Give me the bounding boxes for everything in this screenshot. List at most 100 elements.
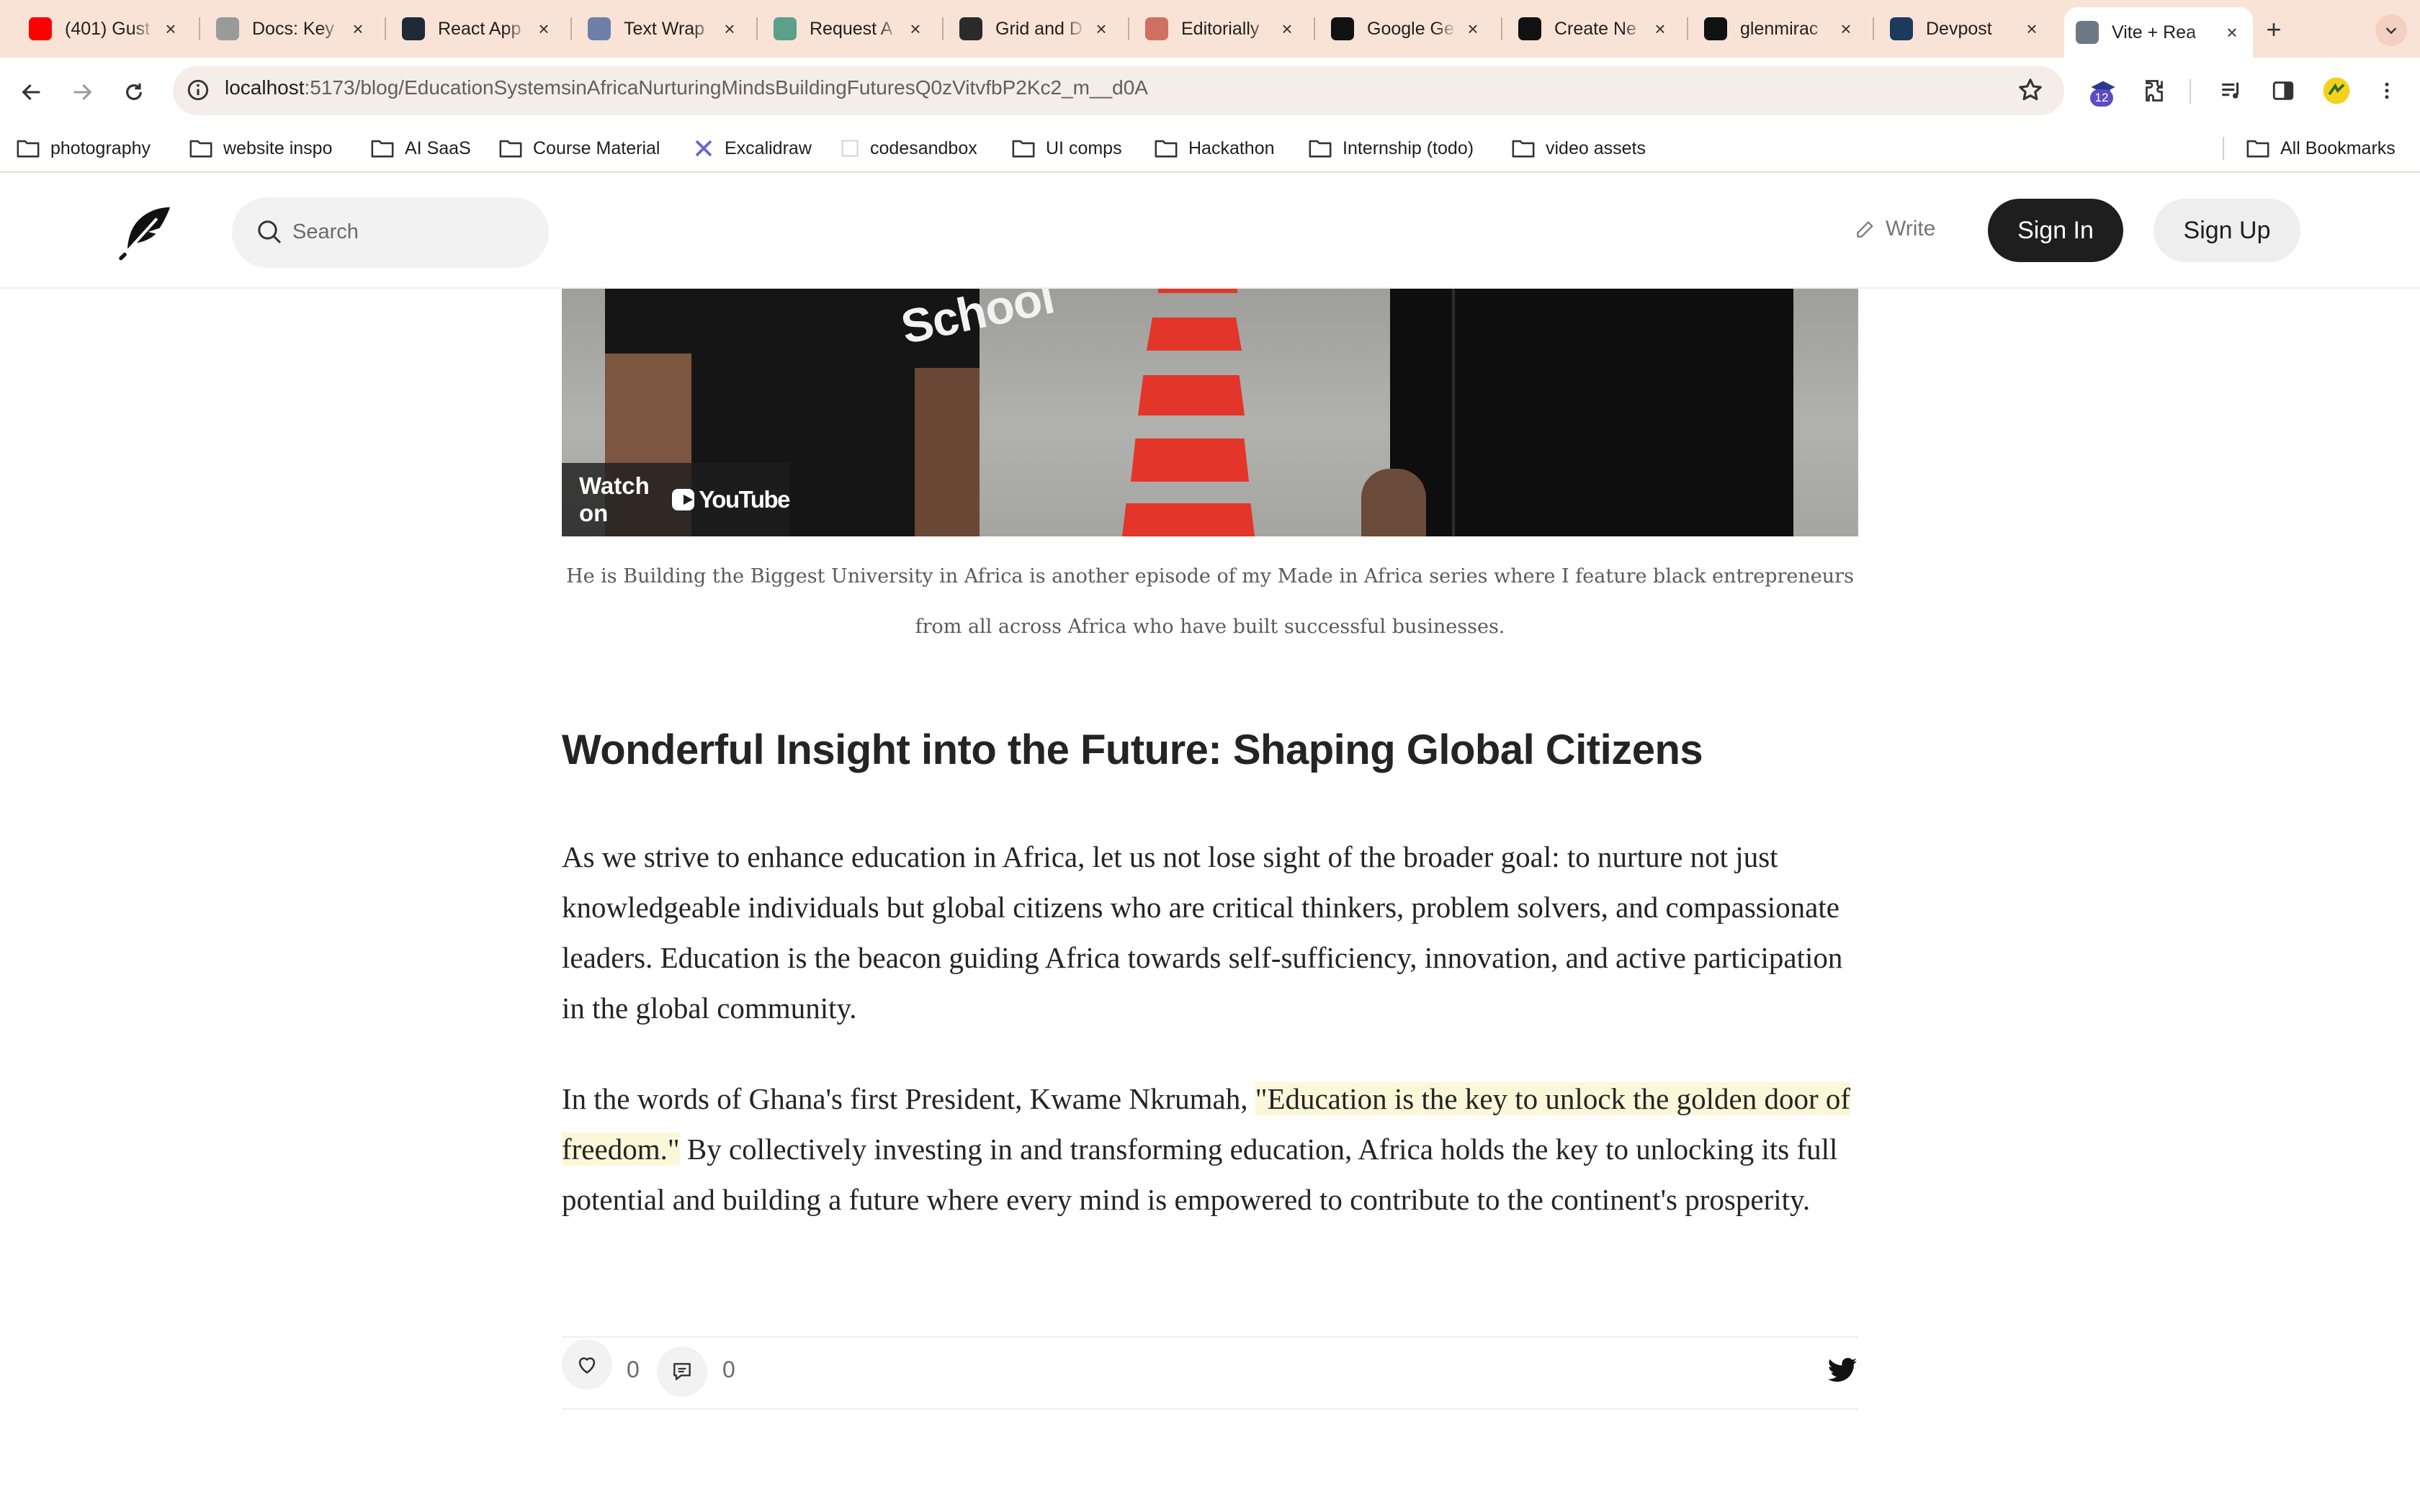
browser-tab[interactable]: Editorially × [1134,7,1308,50]
chevron-down-icon [2385,27,2397,35]
tab-title: Devpost [1926,18,1992,39]
close-tab-icon[interactable]: × [534,19,553,38]
comment-count: 0 [722,1356,735,1382]
tab-separator [1128,17,1129,40]
close-tab-icon[interactable]: × [720,19,739,38]
bookmark-item[interactable]: website inspo [189,134,332,163]
side-panel-icon[interactable] [2267,75,2299,107]
url-host: localhost [225,76,305,99]
tab-title: Editorially [1181,18,1260,39]
close-tab-icon[interactable]: × [1092,19,1111,38]
bookmark-item[interactable]: Hackathon [1154,134,1275,163]
folder-icon [1154,138,1178,159]
bookmark-label: photography [50,138,151,158]
tab-separator [570,17,572,40]
write-button[interactable]: Write [1854,213,1935,245]
bookmark-item[interactable]: video assets [1511,134,1646,163]
bookmark-label: Hackathon [1188,138,1275,158]
comment-button[interactable] [657,1346,707,1397]
css-tool-icon [588,17,611,40]
sign-in-button[interactable]: Sign In [1988,199,2123,262]
url-path: :5173/blog/EducationSystemsinAfricaNurtu… [304,76,1148,99]
twitter-share-icon[interactable] [1827,1354,1858,1385]
tab-title: Google Ge [1367,18,1454,39]
article-paragraph-quote: In the words of Ghana's first President,… [562,1074,1858,1225]
close-tab-icon[interactable]: × [161,19,180,38]
new-tab-button[interactable]: + [2257,13,2290,46]
close-tab-icon[interactable]: × [2223,23,2241,42]
browser-tab[interactable]: Grid and D × [948,7,1122,50]
grid-icon [959,17,982,40]
paragraph-text: By collectively investing in and transfo… [562,1133,1838,1216]
bookmark-item[interactable]: codesandbox [840,134,977,163]
profile-avatar[interactable] [2321,75,2352,107]
tab-search-button[interactable] [2375,14,2407,46]
tab-separator [1873,17,1874,40]
search-icon [258,220,282,244]
bookmark-label: website inspo [223,138,333,158]
browser-tab[interactable]: Vite + Rea × [2064,7,2253,58]
sign-up-button[interactable]: Sign Up [2154,199,2300,262]
browser-tab[interactable]: (401) Gust × [17,7,192,50]
reload-button[interactable] [115,73,153,111]
forward-button[interactable] [63,73,101,111]
write-label: Write [1886,217,1936,240]
like-button[interactable] [562,1339,612,1390]
bookmark-label: video assets [1546,138,1646,158]
bookmark-item[interactable]: Course Material [498,134,660,163]
video-caption: He is Building the Biggest University in… [566,565,1854,638]
browser-tab[interactable]: Google Ge × [1319,7,1494,50]
loading-icon [216,17,239,40]
close-tab-icon[interactable]: × [1651,19,1670,38]
tab-separator [1501,17,1502,40]
bookmark-star-icon[interactable] [2017,76,2044,104]
feather-logo-icon[interactable] [115,202,176,262]
video-person-right [1361,289,1793,536]
toolbar-separator [2190,79,2191,104]
edit-icon [1857,221,1873,238]
folder-icon [189,138,213,159]
close-tab-icon[interactable]: × [1464,19,1482,38]
bookmark-item[interactable]: Excalidraw [693,134,812,163]
back-button[interactable] [13,73,50,111]
browser-tab[interactable]: React App × [390,7,565,50]
tab-separator [942,17,944,40]
close-tab-icon[interactable]: × [1278,19,1296,38]
close-tab-icon[interactable]: × [2022,19,2041,38]
browser-menu-button[interactable] [2371,75,2403,107]
arrow-left-icon [22,84,40,101]
close-tab-icon[interactable]: × [1837,19,1855,38]
bookmark-label: Internship (todo) [1343,138,1474,158]
close-tab-icon[interactable]: × [906,19,925,38]
tab-title: Grid and D [995,18,1083,39]
media-controls-icon[interactable] [2215,75,2247,107]
browser-tab[interactable]: glenmirac × [1693,7,1867,50]
bookmark-label: UI comps [1046,138,1122,158]
browser-tab[interactable]: Devpost × [1878,7,2053,50]
bookmark-item[interactable]: photography [16,134,151,163]
browser-tab[interactable]: Create Ne × [1507,7,1681,50]
section-heading: Wonderful Insight into the Future: Shapi… [562,726,1703,773]
bookmarks-separator [2223,137,2224,160]
watch-on-youtube-button[interactable]: Watch on YouTube [562,463,790,536]
browser-tab[interactable]: Text Wrap × [576,7,750,50]
search-input[interactable] [292,216,523,248]
comment-icon [673,1363,691,1380]
bookmark-item[interactable]: UI comps [1011,134,1122,163]
tab-title: glenmirac [1740,18,1819,39]
bookmark-item[interactable]: AI SaaS [370,134,471,163]
folder-icon [2246,140,2269,158]
heart-icon [578,1357,596,1374]
tab-separator [756,17,758,40]
browser-tab[interactable]: Request A × [762,7,936,50]
folder-icon [1308,138,1332,159]
browser-tab[interactable]: Docs: Key × [205,7,379,50]
close-tab-icon[interactable]: × [349,19,367,38]
extensions-puzzle-icon[interactable] [2141,75,2172,107]
bookmark-item[interactable]: Internship (todo) [1308,134,1474,163]
bookmark-label: Excalidraw [725,138,812,158]
url-text[interactable]: localhost:5173/blog/EducationSystemsinAf… [225,76,1148,99]
site-info-icon[interactable] [186,78,210,102]
all-bookmarks[interactable]: All Bookmarks [2246,134,2396,163]
paragraph-text: In the words of Ghana's first President,… [562,1082,1255,1115]
